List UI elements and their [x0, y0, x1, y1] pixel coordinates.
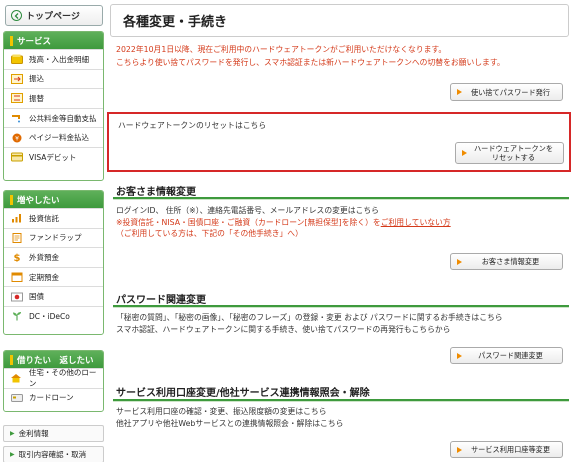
sidebar-section-service: サービス 残高・入出金明細 振込 振替 公共料金等自動支払 ¥ ペイジー料金払込… — [3, 31, 104, 181]
sidebar-item-card-loan[interactable]: カードローン — [4, 387, 103, 408]
sidebar-item-foreign-deposit[interactable]: $ 外貨預金 — [4, 247, 103, 267]
hardware-token-reset-button[interactable]: ハードウェアトークンを リセットする — [455, 142, 564, 164]
svg-text:$: $ — [13, 253, 20, 262]
password-description: 「秘密の質問」、「秘密の画像」、「秘密のフレーズ」の登録・変更 および パスワー… — [116, 313, 503, 334]
card-icon — [10, 152, 23, 163]
not-using-link[interactable]: ご利用していない方 — [381, 218, 451, 227]
service-account-heading: サービス利用口座変更/他社サービス連携情報照会・解除 — [116, 388, 370, 399]
arrow-right-icon — [457, 446, 462, 453]
flag-icon — [10, 291, 23, 302]
dollar-icon: $ — [10, 252, 23, 263]
calendar-icon — [10, 272, 23, 283]
sidebar-item-furikae[interactable]: 振替 — [4, 88, 103, 108]
section-divider — [113, 305, 569, 308]
main-content: 各種変更・手続き 2022年10月1日以降、現在ご利用中のハードウェアトークンが… — [107, 0, 571, 462]
sidebar-item-transfer[interactable]: 振込 — [4, 68, 103, 89]
customer-info-change-button[interactable]: お客さま情報変更 — [450, 253, 563, 270]
wallet-icon — [10, 54, 23, 65]
disposable-password-button[interactable]: 使い捨てパスワード発行 — [450, 83, 563, 101]
chart-icon — [10, 213, 23, 224]
arrow-right-icon — [457, 352, 462, 359]
arrow-right-icon: ▶ — [10, 451, 15, 458]
customer-info-heading: お客さま情報変更 — [116, 187, 196, 198]
document-icon — [10, 232, 23, 243]
service-account-change-button[interactable]: サービス利用口座等変更 — [450, 441, 563, 458]
transfer-icon — [10, 73, 23, 84]
sidebar-item-payeasy[interactable]: ¥ ペイジー料金払込 — [4, 127, 103, 147]
sidebar-section-header: サービス — [4, 32, 103, 49]
password-heading: パスワード関連変更 — [116, 295, 206, 306]
page-title-box: 各種変更・手続き — [110, 4, 569, 37]
sidebar-item-utility[interactable]: 公共料金等自動支払 — [4, 107, 103, 128]
sidebar-section-header: 増やしたい — [4, 191, 103, 208]
sidebar-item-visa-debit[interactable]: VISAデビット — [4, 146, 103, 167]
sidebar-section-header: 借りたい 返したい — [4, 351, 103, 368]
token-notice: 2022年10月1日以降、現在ご利用中のハードウェアトークンがご利用いただけなく… — [116, 45, 505, 67]
sidebar: トップページ サービス 残高・入出金明細 振込 振替 公共料金等自動支払 ¥ ペ… — [0, 0, 104, 462]
service-account-description: サービス利用口座の確認・変更、振込限度額の変更はこちら 他社アプリや他社Webサ… — [116, 407, 344, 428]
sidebar-item-time-deposit[interactable]: 定期預金 — [4, 266, 103, 287]
exchange-icon — [10, 93, 23, 104]
top-page-button[interactable]: トップページ — [5, 5, 103, 26]
section-divider — [113, 399, 569, 402]
sidebar-item-fund-wrap[interactable]: ファンドラップ — [4, 227, 103, 248]
top-page-label: トップページ — [26, 12, 80, 22]
password-change-button[interactable]: パスワード関連変更 — [450, 347, 563, 364]
svg-text:¥: ¥ — [15, 135, 19, 142]
section-divider — [113, 197, 569, 200]
arrow-right-icon — [462, 150, 467, 156]
page-title: 各種変更・手続き — [123, 15, 228, 30]
house-icon — [10, 373, 23, 384]
sidebar-link-interest-rates[interactable]: ▶ 金利情報 — [3, 425, 104, 442]
sidebar-item-balance[interactable]: 残高・入出金明細 — [4, 49, 103, 69]
hardware-token-reset-box: ハードウェアトークンのリセットはこちら ハードウェアトークンを リセットする — [107, 112, 571, 172]
hardware-token-reset-text: ハードウェアトークンのリセットはこちら — [118, 121, 267, 130]
arrow-right-icon — [457, 258, 462, 265]
sidebar-item-dc-ideco[interactable]: DC・iDeCo — [4, 305, 103, 326]
arrow-right-icon — [457, 89, 462, 95]
sidebar-item-housing-loan[interactable]: 住宅・その他のローン — [4, 368, 103, 388]
sprout-icon — [10, 311, 23, 322]
card-icon — [10, 392, 23, 403]
sidebar-item-jgb[interactable]: 国債 — [4, 286, 103, 306]
customer-info-description: ログインID、 住所（※）、連絡先電話番号、メールアドレスの変更はこちら ※投資… — [116, 206, 451, 238]
faucet-icon — [10, 113, 23, 124]
sidebar-item-investment-trust[interactable]: 投資信託 — [4, 208, 103, 228]
sidebar-section-invest: 増やしたい 投資信託 ファンドラップ $ 外貨預金 定期預金 国債 DC・iDe… — [3, 190, 104, 335]
chevron-left-icon — [11, 10, 22, 21]
arrow-right-icon: ▶ — [10, 430, 15, 437]
payeasy-icon: ¥ — [10, 132, 23, 143]
sidebar-section-loans: 借りたい 返したい 住宅・その他のローン カードローン — [3, 350, 104, 412]
sidebar-link-transaction-check[interactable]: ▶ 取引内容確認・取消 — [3, 446, 104, 462]
